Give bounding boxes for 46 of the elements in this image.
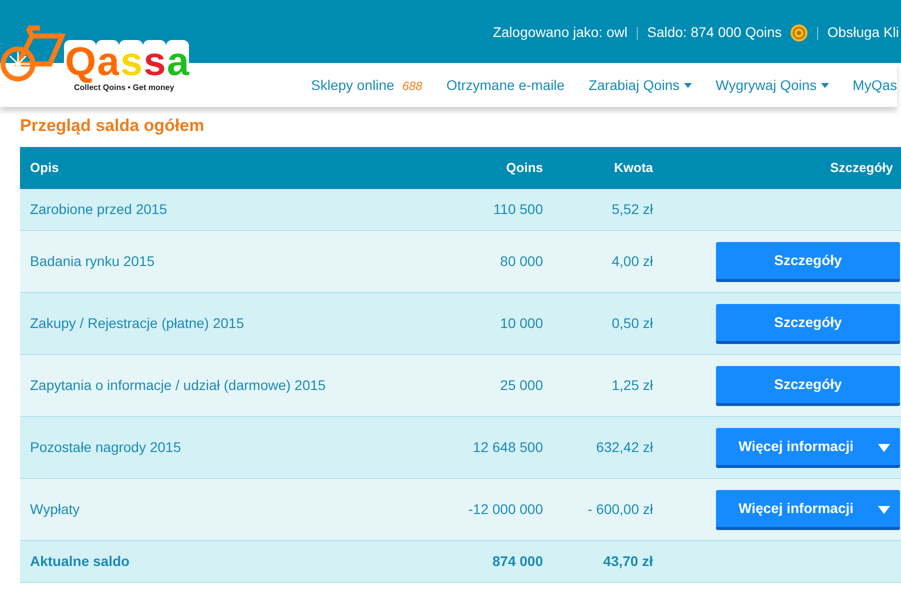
nav-link[interactable]: Otrzymane e-maile bbox=[446, 74, 565, 96]
table-cell: Aktualne saldo bbox=[20, 540, 423, 582]
details-button[interactable]: Szczegóły bbox=[716, 366, 900, 406]
nav-link[interactable]: MyQas bbox=[852, 74, 897, 96]
table-cell: Zakupy / Rejestracje (płatne) 2015 bbox=[20, 292, 423, 354]
table-cell: - 600,00 zł bbox=[553, 478, 663, 540]
column-header: Szczegóły bbox=[663, 146, 901, 188]
shop-count: 688 bbox=[402, 78, 422, 92]
table-cell: 874 000 bbox=[423, 540, 553, 582]
column-header: Qoins bbox=[423, 146, 553, 188]
status-text: Saldo: 874 000 Qoins bbox=[647, 23, 782, 42]
more-info-button[interactable]: Więcej informacji bbox=[716, 490, 900, 530]
logo-tagline: Collect Qoins • Get money bbox=[74, 83, 176, 94]
table-cell: 110 500 bbox=[423, 188, 553, 230]
table-cell: 12 648 500 bbox=[423, 416, 553, 478]
table-cell: Wypłaty bbox=[20, 478, 423, 540]
more-info-button[interactable]: Więcej informacji bbox=[716, 428, 900, 468]
table-cell: 4,00 zł bbox=[553, 230, 663, 292]
table-cell: 43,70 zł bbox=[553, 540, 663, 582]
table-cell: 632,42 zł bbox=[553, 416, 663, 478]
page-heading: Przegląd salda ogółem bbox=[20, 115, 206, 137]
separator: | bbox=[635, 23, 640, 42]
table-cell: 80 000 bbox=[423, 230, 553, 292]
table-cell: 1,25 zł bbox=[553, 354, 663, 416]
caret-icon bbox=[878, 444, 890, 452]
status-text: Zalogowano jako: owl bbox=[492, 23, 628, 42]
caret-icon bbox=[878, 506, 890, 514]
table-cell: 25 000 bbox=[423, 354, 553, 416]
support-link[interactable]: Obsługa Kli bbox=[827, 22, 899, 43]
details-button[interactable]: Szczegóły bbox=[716, 304, 900, 344]
table-cell: 0,50 zł bbox=[553, 292, 663, 354]
table-cell: Pozostałe nagrody 2015 bbox=[20, 416, 423, 478]
table-cell: Badania rynku 2015 bbox=[20, 230, 423, 292]
table-cell: 10 000 bbox=[423, 292, 553, 354]
table-cell: 5,52 zł bbox=[553, 188, 663, 230]
table-cell: Zarobione przed 2015 bbox=[20, 188, 423, 230]
details-button[interactable]: Szczegóły bbox=[716, 242, 900, 282]
table-cell: Zapytania o informacje / udział (darmowe) 2015 bbox=[20, 354, 423, 416]
column-header: Kwota bbox=[553, 146, 663, 188]
nav-link[interactable]: Wygrywaj Qoins bbox=[716, 74, 829, 96]
separator: | bbox=[816, 23, 820, 42]
nav-link[interactable]: Zarabiaj Qoins bbox=[588, 74, 692, 96]
logo-text: Qassa bbox=[64, 42, 190, 82]
nav-link[interactable]: Sklepy online 688 bbox=[311, 74, 422, 96]
column-header: Opis bbox=[20, 146, 423, 188]
table-cell: -12 000 000 bbox=[423, 478, 553, 540]
